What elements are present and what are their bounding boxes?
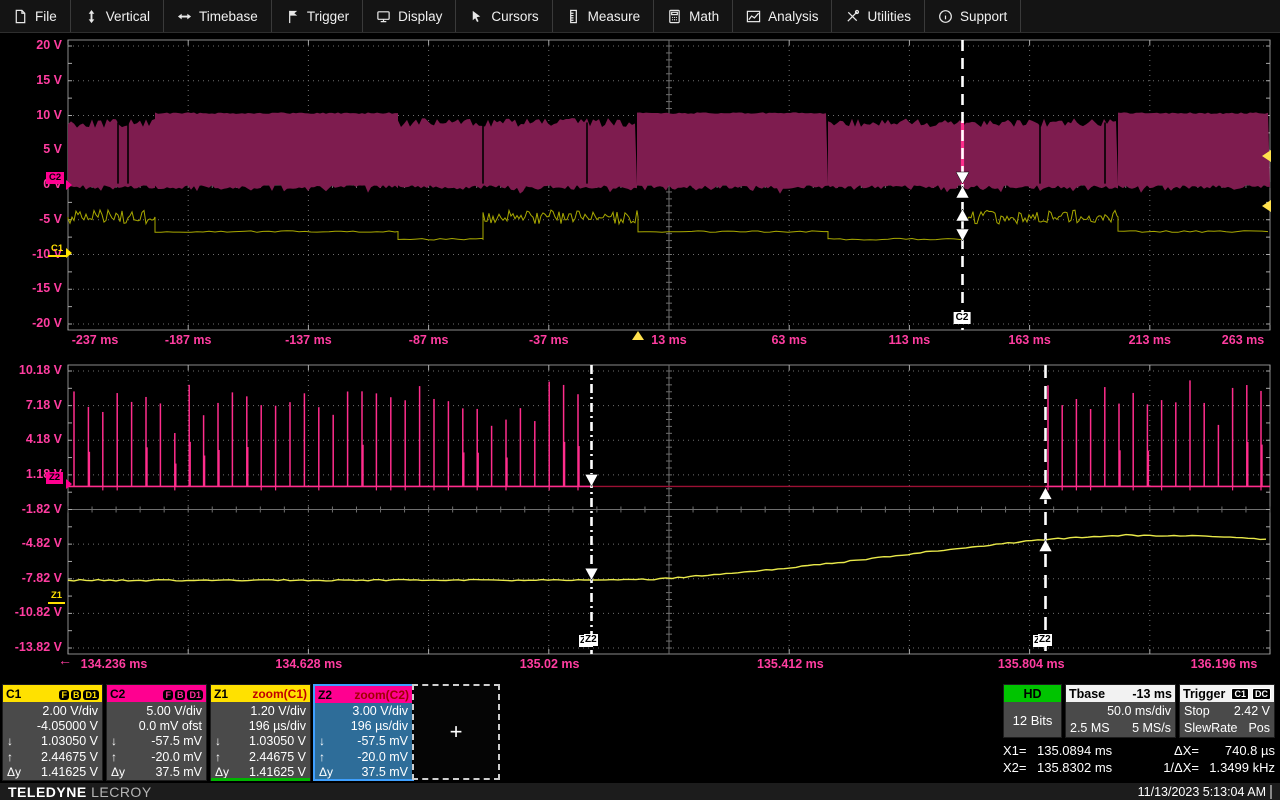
z1-zero-marker[interactable]: Z1 [48, 590, 65, 604]
trigger-time-marker[interactable] [632, 331, 644, 340]
c1-zero-marker[interactable]: C1 [48, 243, 66, 257]
top-cursor-label[interactable]: C2 [954, 312, 971, 324]
trigger-level-marker-upper[interactable] [1262, 150, 1271, 162]
c1-zero-pointer [66, 248, 72, 258]
zoom-cursor-left-label[interactable]: Z1 Z2 [579, 634, 603, 648]
c2-zero-pointer [66, 180, 72, 190]
waveform-canvas [0, 0, 1280, 800]
z2-cursor-tag: Z2 [1038, 634, 1052, 646]
c2-zero-marker[interactable]: C2 [46, 172, 64, 184]
z2-cursor-tag: Z2 [584, 634, 598, 646]
z2-zero-marker[interactable]: Z2 [46, 472, 63, 484]
z2-zero-pointer [66, 479, 72, 489]
oscilloscope-screen: File Vertical Timebase Trigger Display C… [0, 0, 1280, 800]
zoom-cursor-right-label[interactable]: Z1 Z2 [1033, 634, 1057, 648]
trigger-level-marker-lower[interactable] [1262, 200, 1271, 212]
